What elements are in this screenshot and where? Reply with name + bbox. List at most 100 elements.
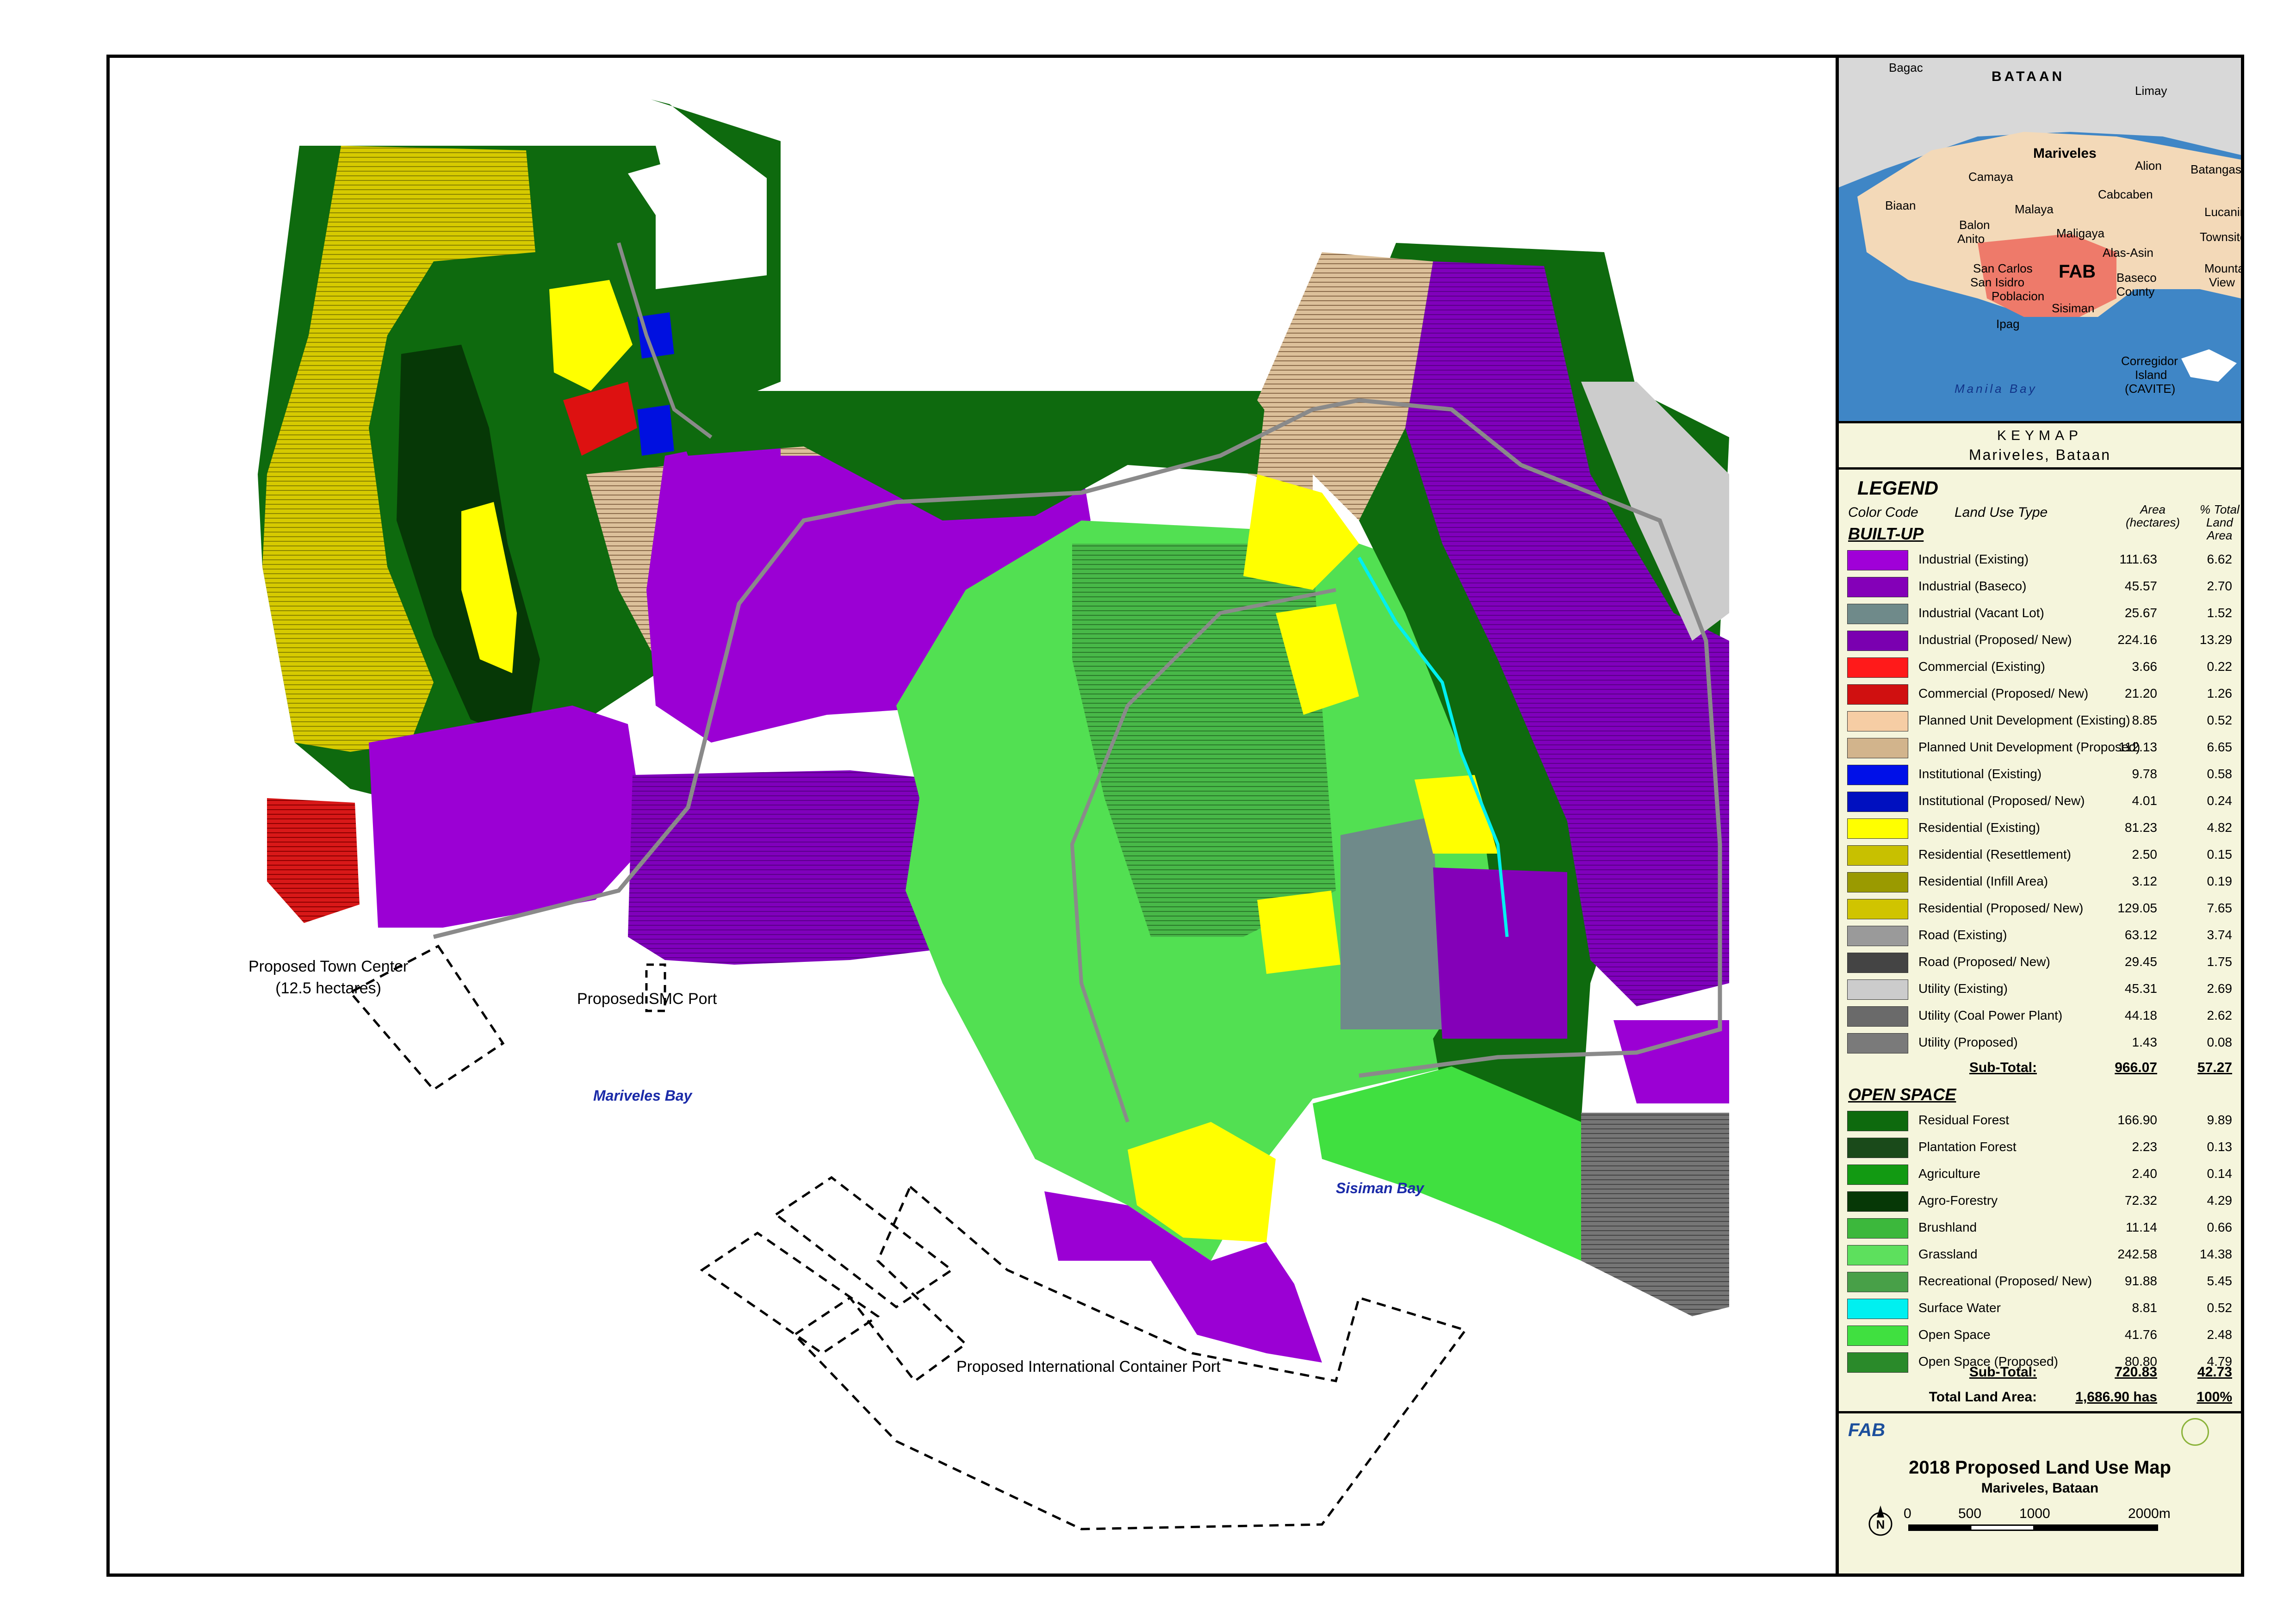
- keymap-label-lucanin: Lucanin: [2204, 205, 2241, 219]
- legend-open-space-name: Agriculture: [1918, 1166, 1980, 1181]
- keymap[interactable]: Bagac BATAAN Limay Mariveles Alion Batan…: [1839, 58, 2241, 423]
- legend-open-space-swatch: [1847, 1245, 1908, 1265]
- legend-built-up-area: 3.66: [2132, 659, 2158, 674]
- legend-open-space-row: Grassland 242.58 14.38: [1847, 1242, 2236, 1268]
- legend-built-up-pct: 2.69: [2207, 981, 2233, 996]
- legend-open-space-pct: 2.48: [2207, 1327, 2233, 1342]
- keymap-label-corregidor: Corregidor: [2121, 354, 2178, 368]
- keymap-label-limay: Limay: [2135, 84, 2167, 98]
- legend-col-area-line2: (hectares): [2126, 515, 2180, 529]
- keymap-label-poblacion: Poblacion: [1992, 289, 2045, 303]
- legend-built-up-swatch: [1847, 792, 1908, 812]
- legend-open-space-swatch: [1847, 1218, 1908, 1239]
- keymap-label-manila-bay: Manila Bay: [1955, 382, 2037, 396]
- legend-built-up-swatch: [1847, 845, 1908, 866]
- legend-built-up-row: Industrial (Baseco) 45.57 2.70: [1847, 574, 2236, 600]
- legend-built-up-pct: 0.24: [2207, 793, 2233, 808]
- legend-open-space-area: 8.81: [2132, 1301, 2158, 1315]
- legend-built-up-name: Industrial (Vacant Lot): [1918, 606, 2044, 620]
- keymap-label-mariveles: Mariveles: [2033, 146, 2097, 161]
- keymap-label-cavite: (CAVITE): [2125, 382, 2176, 396]
- legend-built-up-pct: 0.19: [2207, 874, 2233, 888]
- legend-open-space-subtotal: Sub-Total: 720.83 42.73: [1847, 1361, 2236, 1384]
- zone-industrial-vacant: [1340, 817, 1442, 1029]
- legend-open-space-subtotal-area: 720.83: [2115, 1364, 2157, 1380]
- legend-built-up-area: 81.23: [2124, 820, 2157, 835]
- legend-open-space-row: Open Space 41.76 2.48: [1847, 1323, 2236, 1349]
- keymap-label-alion: Alion: [2135, 159, 2162, 173]
- label-proposed-smc-port: Proposed SMC Port: [577, 990, 717, 1008]
- legend-built-up-row: Utility (Proposed) 1.43 0.08: [1847, 1030, 2236, 1056]
- legend-built-up-swatch: [1847, 872, 1908, 892]
- legend-built-up-pct: 4.82: [2207, 820, 2233, 835]
- legend-open-space-area: 166.90: [2117, 1113, 2157, 1127]
- legend-built-up-name: Commercial (Existing): [1918, 659, 2045, 674]
- legend-built-up-row: Residential (Resettlement) 2.50 0.15: [1847, 842, 2236, 868]
- legend-built-up-row: Commercial (Proposed/ New) 21.20 1.26: [1847, 681, 2236, 707]
- keymap-label-malaya: Malaya: [2015, 202, 2054, 216]
- keymap-label-island: Island: [2135, 368, 2167, 382]
- legend-open-space-area: 11.14: [2126, 1220, 2157, 1234]
- legend-open-space-subtotal-pct: 42.73: [2197, 1364, 2232, 1380]
- legend-open-space-area: 72.32: [2124, 1193, 2157, 1208]
- label-sisiman-bay: Sisiman Bay: [1336, 1180, 1424, 1196]
- legend-built-up-swatch: [1847, 604, 1908, 624]
- legend-built-up-area: 44.18: [2124, 1008, 2157, 1022]
- legend-open-space-pct: 9.89: [2207, 1113, 2233, 1127]
- legend-built-up-row: Institutional (Proposed/ New) 4.01 0.24: [1847, 789, 2236, 815]
- label-proposed-container-port: Proposed International Container Port: [956, 1358, 1221, 1375]
- legend-built-up-pct: 1.52: [2207, 606, 2233, 620]
- legend-built-up-area: 9.78: [2132, 767, 2158, 781]
- legend-built-up-name: Road (Existing): [1918, 928, 2007, 942]
- legend-total-pct: 100%: [2197, 1389, 2232, 1405]
- legend-built-up-subtotal-label: Sub-Total:: [1969, 1060, 2037, 1075]
- keymap-label-mountain: Mountain: [2204, 261, 2241, 275]
- legend-open-space-subtotal-label: Sub-Total:: [1969, 1364, 2037, 1380]
- scale-label-2000: 2000m: [2128, 1506, 2171, 1521]
- scale-label-0: 0: [1904, 1506, 1911, 1521]
- legend-col-pct-line1: % Total: [2200, 502, 2240, 516]
- map-frame: Proposed Town Center (12.5 hectares) Pro…: [106, 55, 2244, 1577]
- legend-built-up-row: Residential (Proposed/ New) 129.05 7.65: [1847, 896, 2236, 922]
- keymap-label-batangas: Batangas: [2191, 162, 2241, 176]
- legend-built-up-name: Commercial (Proposed/ New): [1918, 686, 2089, 700]
- scale-bar: 0 500 1000 2000m: [1904, 1506, 2181, 1543]
- zone-residential-east-3: [1257, 891, 1340, 974]
- legend-built-up-row: Institutional (Existing) 9.78 0.58: [1847, 762, 2236, 788]
- side-panel: Bagac BATAAN Limay Mariveles Alion Batan…: [1836, 58, 2241, 1573]
- legend-built-up-row: Commercial (Existing) 3.66 0.22: [1847, 655, 2236, 681]
- legend-built-up-area: 4.01: [2132, 793, 2158, 808]
- legend-built-up-area: 111.63: [2119, 552, 2157, 566]
- legend-built-up-area: 45.57: [2124, 579, 2157, 593]
- legend-built-up-swatch: [1847, 765, 1908, 785]
- legend-built-up-name: Utility (Proposed): [1918, 1035, 2018, 1049]
- legend-built-up-pct: 0.22: [2207, 659, 2233, 674]
- legend-built-up-swatch: [1847, 818, 1908, 839]
- keymap-caption: KEYMAP Mariveles, Bataan: [1839, 423, 2241, 470]
- scale-label-500: 500: [1958, 1506, 1982, 1521]
- title-block: FAB 2018 Proposed Land Use Map Mariveles…: [1839, 1413, 2241, 1573]
- keymap-label-cabcaben: Cabcaben: [2098, 187, 2153, 201]
- legend-built-up-row: Planned Unit Development (Proposed) 112.1…: [1847, 735, 2236, 761]
- legend-built-up-pct: 6.65: [2207, 740, 2233, 754]
- land-use-map[interactable]: Proposed Town Center (12.5 hectares) Pro…: [110, 58, 1836, 1573]
- legend-built-up-swatch: [1847, 577, 1908, 597]
- legend-built-up-pct: 0.58: [2207, 767, 2233, 781]
- legend-built-up-row: Road (Proposed/ New) 29.45 1.75: [1847, 950, 2236, 976]
- legend-built-up-name: Institutional (Existing): [1918, 767, 2042, 781]
- legend-open-space-area: 41.76: [2124, 1327, 2157, 1342]
- legend-open-space-pct: 0.66: [2207, 1220, 2233, 1234]
- legend-built-up-name: Industrial (Baseco): [1918, 579, 2027, 593]
- keymap-label-county: County: [2116, 285, 2155, 298]
- legend-built-up-area: 29.45: [2124, 954, 2157, 969]
- legend-built-up-pct: 0.52: [2207, 713, 2233, 727]
- legend-built-up-name: Residential (Infill Area): [1918, 874, 2048, 888]
- legend-title: LEGEND: [1857, 477, 1939, 499]
- keymap-label-anito: Anito: [1957, 232, 1985, 246]
- legend-built-up-pct: 0.15: [2207, 847, 2233, 861]
- legend-built-up-pct: 1.26: [2207, 686, 2233, 700]
- legend-built-up-swatch: [1847, 1033, 1908, 1053]
- legend-built-up-name: Industrial (Existing): [1918, 552, 2029, 566]
- legend-open-space-row: Plantation Forest 2.23 0.13: [1847, 1135, 2236, 1161]
- legend-built-up-pct: 2.70: [2207, 579, 2233, 593]
